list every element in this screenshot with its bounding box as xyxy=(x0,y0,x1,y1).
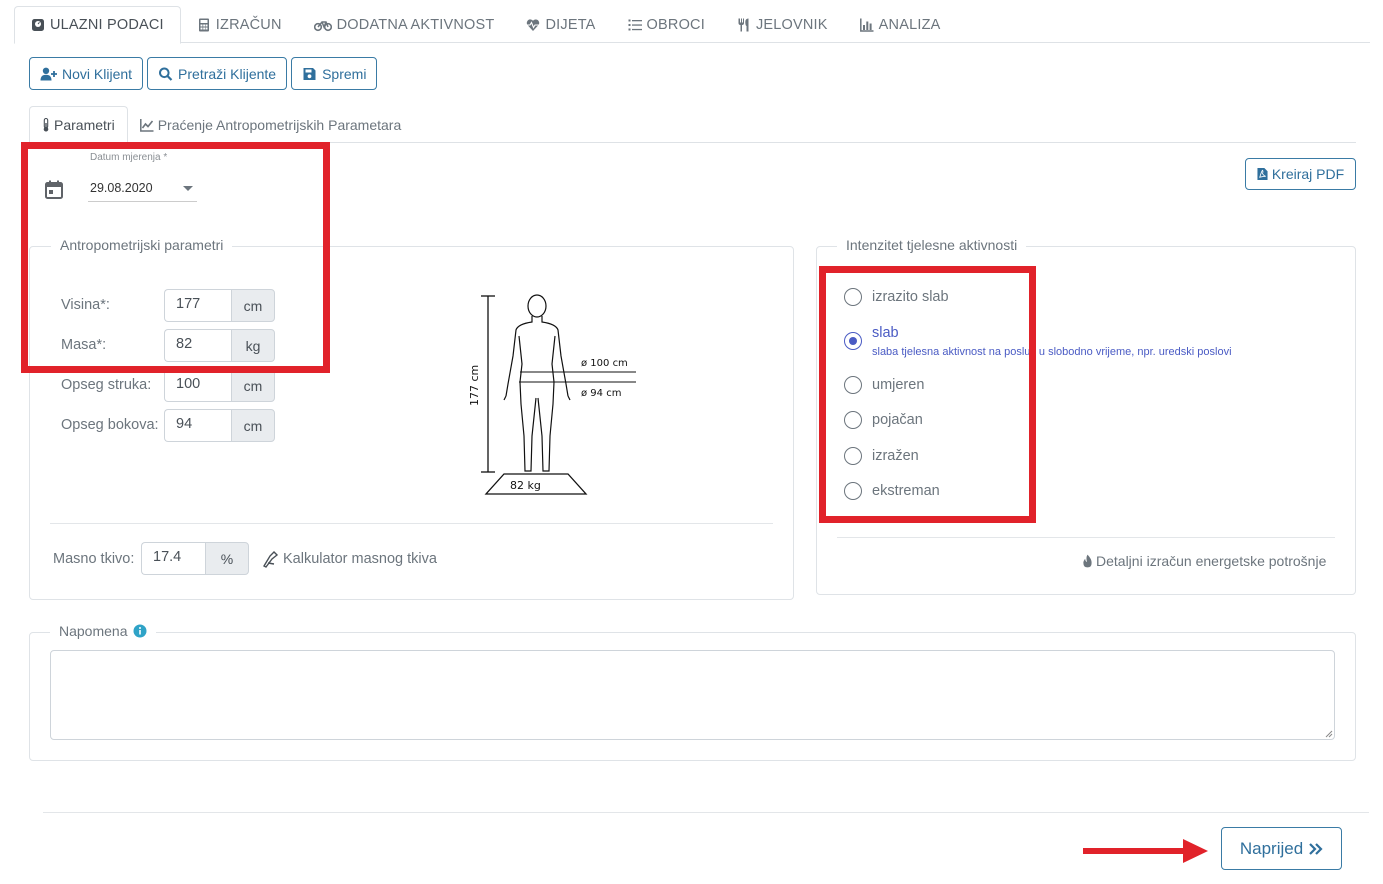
tab-label: ULAZNI PODACI xyxy=(50,17,164,33)
bar-chart-icon xyxy=(859,18,874,32)
list-icon xyxy=(628,19,642,30)
note-legend: Napomena xyxy=(50,623,156,639)
tab-label: IZRAČUN xyxy=(215,16,282,33)
pdf-file-icon xyxy=(1257,168,1268,180)
energy-calculation-link[interactable]: Detaljni izračun energetske potrošnje xyxy=(1082,553,1326,569)
hips-input[interactable]: 94 xyxy=(164,409,231,442)
new-client-button[interactable]: Novi Klijent xyxy=(29,57,144,90)
sub-tab-bar: Parametri Praćenje Antropometrijskih Par… xyxy=(29,106,1356,144)
next-button[interactable]: Naprijed xyxy=(1221,827,1342,870)
body-fat-input[interactable]: 17.4 xyxy=(141,542,205,575)
search-icon xyxy=(159,67,173,81)
tab-obroci[interactable]: OBROCI xyxy=(612,6,721,43)
tab-dodatna-aktivnost[interactable]: DODATNA AKTIVNOST xyxy=(298,6,511,43)
info-icon[interactable] xyxy=(133,624,147,638)
body-fat-input-group: 17.4 % xyxy=(141,542,249,575)
figure-height-label: 177 cm xyxy=(468,365,481,406)
tab-parametri-label: Parametri xyxy=(54,117,115,133)
activity-legend: Intenzitet tjelesne aktivnosti xyxy=(837,237,1027,253)
figure-weight-label: 82 kg xyxy=(510,479,541,492)
fat-calculator-link[interactable]: Kalkulator masnog tkiva xyxy=(262,550,437,568)
search-clients-button[interactable]: Pretraži Klijente xyxy=(147,57,288,90)
body-fat-unit: % xyxy=(205,542,249,575)
tab-dijeta[interactable]: DIJETA xyxy=(510,6,611,43)
next-label: Naprijed xyxy=(1239,838,1304,858)
save-label: Spremi xyxy=(322,65,367,82)
anthropometric-divider xyxy=(50,523,773,524)
annotation-box-activity xyxy=(819,266,1036,523)
waist-input-group: 100 cm xyxy=(164,369,275,402)
floppy-disk-icon xyxy=(303,67,316,80)
create-pdf-label: Kreiraj PDF xyxy=(1271,166,1345,182)
tab-parametri[interactable]: Parametri xyxy=(29,106,128,144)
waist-label: Opseg struka: xyxy=(61,377,152,393)
user-plus-icon xyxy=(40,67,57,80)
annotation-arrow-icon xyxy=(1083,839,1208,863)
waist-unit: cm xyxy=(231,369,275,402)
body-measurement-figure: 177 cm ø 100 cm ø 94 cm 82 kg xyxy=(468,294,636,495)
fat-calculator-label: Kalkulator masnog tkiva xyxy=(283,551,437,567)
footer-divider xyxy=(43,812,1369,813)
figure-hips-label: ø 94 cm xyxy=(581,388,621,399)
client-toolbar: Novi Klijent Pretraži Klijente Spremi xyxy=(29,57,378,90)
tab-izracun[interactable]: IZRAČUN xyxy=(181,6,298,43)
hips-unit: cm xyxy=(231,409,275,442)
scale-icon xyxy=(32,19,44,31)
tab-analiza[interactable]: ANALIZA xyxy=(844,6,957,43)
save-button[interactable]: Spremi xyxy=(291,57,378,90)
new-client-label: Novi Klijent xyxy=(62,65,133,82)
note-textarea[interactable] xyxy=(50,650,1335,740)
hips-label: Opseg bokova: xyxy=(61,417,159,433)
activity-divider xyxy=(837,537,1335,538)
tab-label: DIJETA xyxy=(545,16,596,33)
tab-jelovnik[interactable]: JELOVNIK xyxy=(721,6,844,43)
figure-waist-label: ø 100 cm xyxy=(581,358,628,369)
waist-input[interactable]: 100 xyxy=(164,369,231,402)
tab-label: DODATNA AKTIVNOST xyxy=(336,16,495,33)
tab-label: OBROCI xyxy=(646,16,705,33)
note-legend-label: Napomena xyxy=(59,623,128,639)
double-chevron-right-icon xyxy=(1309,842,1323,855)
annotation-box-date-mass xyxy=(21,142,330,373)
body-fat-label: Masno tkivo: xyxy=(53,551,135,567)
heartbeat-icon xyxy=(527,18,540,31)
tab-pracenje-label: Praćenje Antropometrijskih Parametara xyxy=(157,116,402,133)
search-clients-label: Pretraži Klijente xyxy=(178,65,277,82)
energy-calculation-label: Detaljni izračun energetske potrošnje xyxy=(1096,553,1327,569)
tab-label: JELOVNIK xyxy=(755,16,828,33)
caliper-icon xyxy=(263,551,279,568)
main-tab-bar: ULAZNI PODACI IZRAČUN DODATNA AKTIVNOST … xyxy=(14,6,1370,44)
utensils-icon xyxy=(738,18,749,31)
hips-input-group: 94 cm xyxy=(164,409,275,442)
bicycle-icon xyxy=(313,20,332,31)
resize-handle-icon[interactable] xyxy=(1325,730,1333,738)
calculator-icon xyxy=(198,18,209,31)
tab-ulazni-podaci[interactable]: ULAZNI PODACI xyxy=(14,6,181,44)
tab-pracenje[interactable]: Praćenje Antropometrijskih Parametara xyxy=(128,106,414,143)
flame-icon xyxy=(1083,554,1092,568)
line-chart-icon xyxy=(139,118,154,132)
thermometer-icon xyxy=(43,118,49,132)
tab-label: ANALIZA xyxy=(878,16,941,33)
create-pdf-button[interactable]: Kreiraj PDF xyxy=(1245,158,1356,190)
